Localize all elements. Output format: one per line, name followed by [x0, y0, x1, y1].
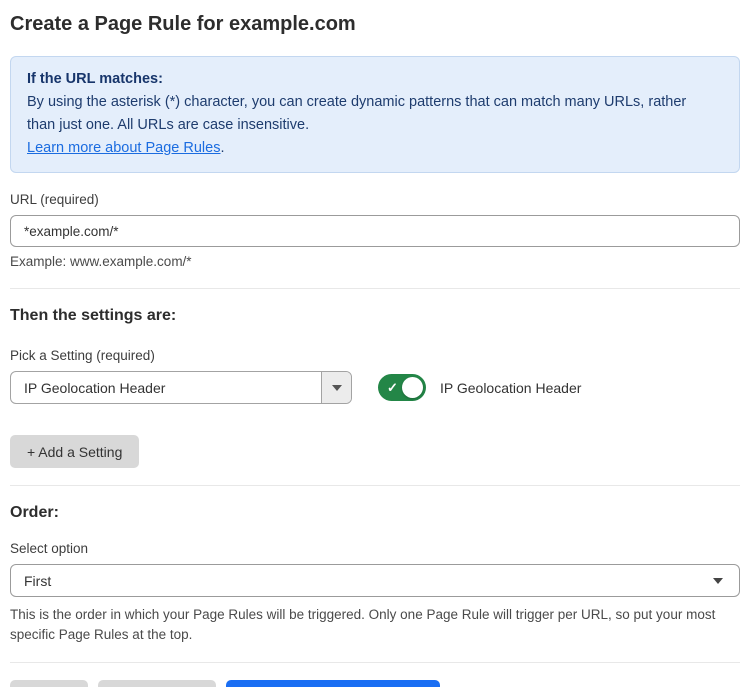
toggle-label: IP Geolocation Header	[440, 380, 581, 396]
info-box-body: By using the asterisk (*) character, you…	[27, 91, 717, 137]
chevron-down-icon	[713, 578, 723, 584]
url-example-hint: Example: www.example.com/*	[10, 253, 740, 271]
setting-select-value: IP Geolocation Header	[11, 372, 321, 403]
action-bar: Cancel Save as Draft Save and Deploy Pag…	[10, 680, 740, 687]
save-draft-button[interactable]: Save as Draft	[98, 680, 217, 687]
cancel-button[interactable]: Cancel	[10, 680, 88, 687]
url-field-label: URL (required)	[10, 191, 740, 208]
order-select[interactable]: First	[10, 564, 740, 597]
order-section-heading: Order:	[10, 503, 740, 522]
setting-select[interactable]: IP Geolocation Header	[10, 371, 352, 404]
settings-section-heading: Then the settings are:	[10, 306, 740, 325]
pick-setting-label: Pick a Setting (required)	[10, 347, 740, 364]
order-select-value: First	[24, 573, 51, 589]
add-setting-button[interactable]: + Add a Setting	[10, 435, 139, 468]
create-page-rule-panel: Create a Page Rule for example.com If th…	[0, 0, 750, 687]
save-deploy-button[interactable]: Save and Deploy Page Rule	[226, 680, 440, 687]
divider	[10, 485, 740, 486]
toggle-knob	[402, 377, 423, 398]
info-box-heading: If the URL matches:	[27, 68, 723, 91]
setting-row: IP Geolocation Header ✓ IP Geolocation H…	[10, 371, 740, 404]
setting-select-caret-button[interactable]	[321, 372, 351, 403]
url-input[interactable]	[10, 215, 740, 247]
check-icon: ✓	[387, 379, 398, 396]
order-select-label: Select option	[10, 540, 740, 557]
divider	[10, 288, 740, 289]
divider	[10, 662, 740, 663]
chevron-down-icon	[332, 385, 342, 391]
order-hint: This is the order in which your Page Rul…	[10, 605, 740, 645]
info-box-link-line: Learn more about Page Rules.	[27, 137, 723, 160]
link-suffix: .	[220, 140, 224, 156]
ip-geolocation-toggle[interactable]: ✓	[378, 374, 426, 401]
url-matches-info-box: If the URL matches: By using the asteris…	[10, 56, 740, 173]
page-title: Create a Page Rule for example.com	[10, 12, 740, 36]
learn-more-link[interactable]: Learn more about Page Rules	[27, 140, 220, 156]
